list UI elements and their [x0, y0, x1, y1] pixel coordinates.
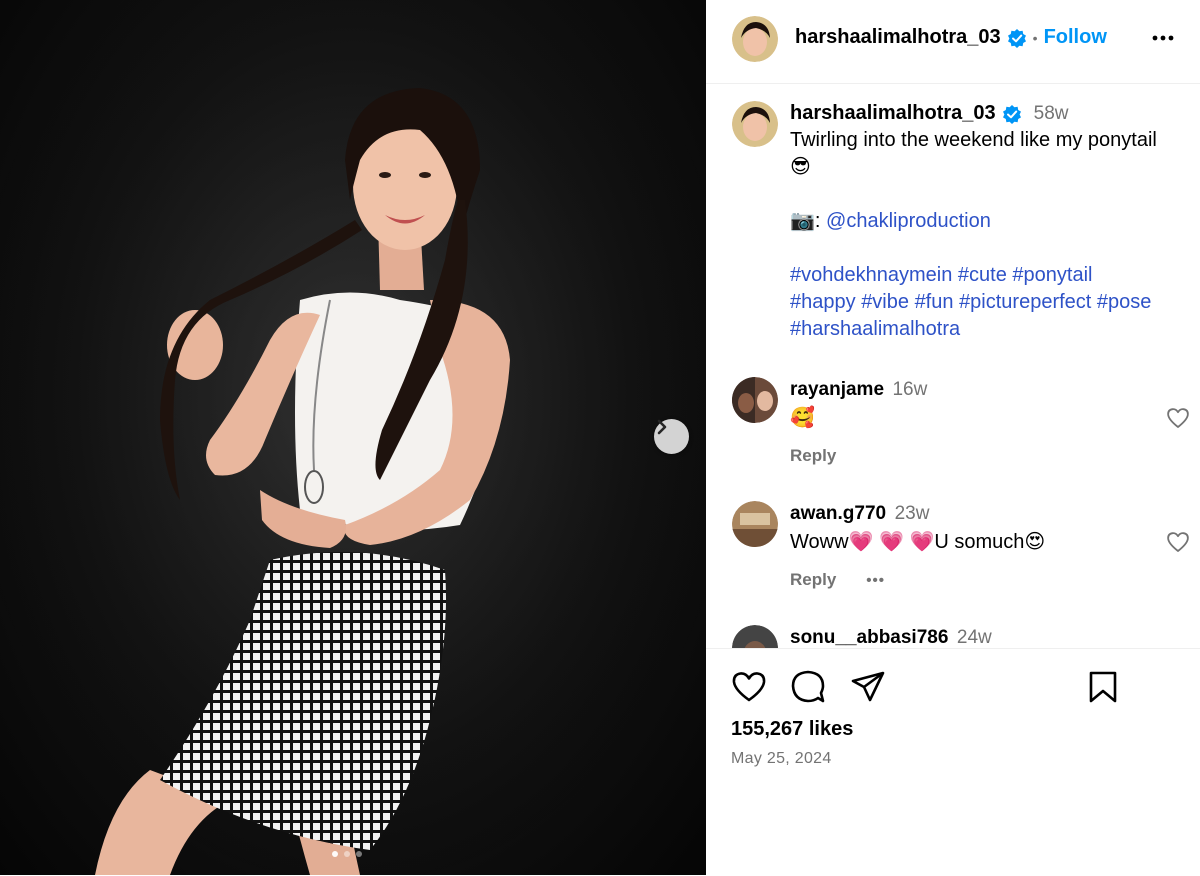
- comment-time: 16w: [892, 379, 928, 400]
- heart-icon[interactable]: [731, 671, 767, 703]
- reply-button[interactable]: Reply: [790, 446, 836, 465]
- comment-username[interactable]: rayanjame: [790, 379, 884, 400]
- commenter-avatar[interactable]: [732, 501, 778, 547]
- photo-illustration: [0, 0, 706, 875]
- hashtag-link[interactable]: #happy: [790, 291, 856, 313]
- hashtag-line: #vohdekhnaymein #cute #ponytail: [790, 262, 1190, 289]
- follow-button[interactable]: Follow: [1044, 26, 1107, 49]
- hashtag-link[interactable]: #vibe: [861, 291, 909, 313]
- photo-credit-prefix: 📷:: [790, 210, 821, 232]
- share-icon[interactable]: [850, 671, 886, 703]
- post-header: harshaalimalhotra_03 • Follow: [706, 0, 1200, 84]
- comment-item: awan.g770 23w Woww💗 💗 💗U somuch😍 Reply •…: [790, 503, 1190, 590]
- comment-username[interactable]: sonu__abbasi786: [790, 627, 948, 648]
- comment-icon[interactable]: [790, 669, 826, 705]
- heart-icon[interactable]: [1166, 531, 1190, 553]
- caption-emoji: 😎: [790, 156, 811, 178]
- post-sidebar: harshaalimalhotra_03 • Follow harshaalim…: [706, 0, 1200, 876]
- heart-icon[interactable]: [1166, 407, 1190, 429]
- verified-badge-icon: [1007, 28, 1026, 48]
- next-image-button[interactable]: [654, 419, 689, 454]
- comment-item: sonu__abbasi786 24w: [790, 627, 1190, 649]
- hashtag-link[interactable]: #vohdekhnaymein: [790, 264, 952, 286]
- hashtag-line: #harshaalimalhotra: [790, 316, 1190, 343]
- dot-separator: •: [1032, 29, 1038, 46]
- reply-button[interactable]: Reply: [790, 570, 836, 590]
- carousel-dot: [332, 851, 338, 857]
- caption-text: Twirling into the weekend like my ponyta…: [790, 129, 1157, 151]
- post-photo[interactable]: [0, 0, 706, 875]
- comment-time: 23w: [894, 503, 930, 524]
- post-date: May 25, 2024: [731, 750, 832, 767]
- comment-item: rayanjame 16w 🥰 Reply: [790, 379, 1190, 466]
- comment-username[interactable]: awan.g770: [790, 503, 886, 524]
- more-icon[interactable]: [1151, 30, 1175, 46]
- author-avatar[interactable]: [732, 16, 778, 62]
- photo-credit-link[interactable]: @chakliproduction: [826, 210, 991, 232]
- hashtag-link[interactable]: #ponytail: [1012, 264, 1092, 286]
- post-caption: harshaalimalhotra_03 58w Twirling into t…: [790, 100, 1190, 343]
- hashtag-link[interactable]: #harshaalimalhotra: [790, 318, 960, 340]
- hashtag-link[interactable]: #pictureperfect: [959, 291, 1091, 313]
- likes-count[interactable]: 155,267 likes: [731, 718, 853, 741]
- chevron-right-icon: [657, 419, 667, 435]
- comment-time: 24w: [956, 627, 992, 648]
- commenter-avatar[interactable]: [732, 377, 778, 423]
- hashtag-line: #happy #vibe #fun #pictureperfect #pose: [790, 289, 1190, 316]
- carousel-dot: [356, 851, 362, 857]
- caption-age: 58w: [1033, 103, 1069, 124]
- bookmark-icon[interactable]: [1088, 671, 1118, 703]
- hashtag-link[interactable]: #fun: [915, 291, 954, 313]
- verified-badge-icon: [1002, 104, 1021, 124]
- caption-username[interactable]: harshaalimalhotra_03: [790, 100, 996, 127]
- hashtag-link[interactable]: #cute: [958, 264, 1007, 286]
- comment-text: Woww💗 💗 💗U somuch😍: [790, 531, 1046, 553]
- caption-avatar[interactable]: [732, 101, 778, 147]
- carousel-dot: [344, 851, 350, 857]
- comment-text: 🥰: [790, 407, 815, 429]
- comment-options-button[interactable]: •••: [866, 572, 885, 589]
- author-username[interactable]: harshaalimalhotra_03: [795, 26, 1001, 49]
- carousel-indicator: [332, 851, 362, 857]
- hashtag-link[interactable]: #pose: [1097, 291, 1152, 313]
